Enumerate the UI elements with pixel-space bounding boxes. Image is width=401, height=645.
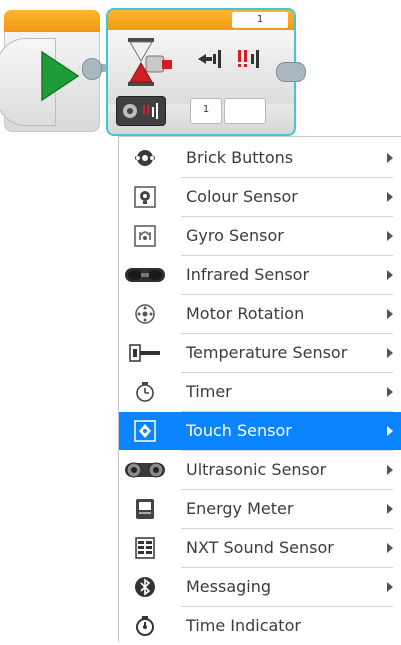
menu-item-label: Time Indicator (186, 616, 301, 635)
menu-item-label: Brick Buttons (186, 148, 294, 167)
menu-item-gyro-sensor[interactable]: Gyro Sensor (119, 217, 401, 255)
mode-selector[interactable] (116, 96, 166, 126)
state-input-icon (198, 50, 221, 68)
sequence-plug[interactable] (82, 58, 102, 80)
submenu-arrow-icon (387, 309, 393, 319)
menu-item-label: Colour Sensor (186, 187, 298, 206)
port-value: 1 (202, 104, 210, 115)
menu-item-label: Ultrasonic Sensor (186, 460, 327, 479)
menu-item-messaging[interactable]: Messaging (119, 568, 401, 606)
ultrasonic-sensor-icon (123, 456, 167, 484)
motor-rotation-icon (123, 300, 167, 328)
wait-block[interactable]: 1 1 (106, 8, 306, 136)
menu-item-label: NXT Sound Sensor (186, 538, 334, 557)
touch-sensor-small-icon (145, 55, 172, 73)
menu-item-label: Touch Sensor (186, 421, 292, 440)
menu-item-infrared-sensor[interactable]: Infrared Sensor (119, 256, 401, 294)
menu-item-time-indicator[interactable]: Time Indicator (119, 607, 401, 645)
time-indicator-icon (123, 612, 167, 640)
timer-icon (123, 378, 167, 406)
temperature-sensor-icon (123, 339, 167, 367)
submenu-arrow-icon (387, 231, 393, 241)
menu-item-label: Infrared Sensor (186, 265, 310, 284)
menu-item-motor-rotation[interactable]: Motor Rotation (119, 295, 401, 333)
menu-item-touch-sensor[interactable]: Touch Sensor (119, 412, 401, 450)
submenu-arrow-icon (387, 582, 393, 592)
submenu-arrow-icon (387, 270, 393, 280)
submenu-arrow-icon (387, 504, 393, 514)
compare-icon (238, 50, 259, 68)
submenu-arrow-icon (387, 153, 393, 163)
menu-item-colour-sensor[interactable]: Colour Sensor (119, 178, 401, 216)
menu-item-label: Messaging (186, 577, 272, 596)
play-icon (41, 50, 80, 102)
menu-item-ultrasonic-sensor[interactable]: Ultrasonic Sensor (119, 451, 401, 489)
menu-item-timer[interactable]: Timer (119, 373, 401, 411)
menu-item-label: Motor Rotation (186, 304, 305, 323)
state-parameter-field[interactable] (224, 98, 266, 124)
start-block-header (4, 10, 100, 32)
menu-item-nxt-sound-sensor[interactable]: NXT Sound Sensor (119, 529, 401, 567)
touch-compare-mode-icon (123, 103, 158, 119)
messaging-icon (123, 573, 167, 601)
menu-item-label: Temperature Sensor (186, 343, 348, 362)
nxt-sound-sensor-icon (123, 534, 167, 562)
brick-buttons-icon (123, 144, 167, 172)
gyro-sensor-icon (123, 222, 167, 250)
submenu-arrow-icon (387, 426, 393, 436)
colour-sensor-icon (123, 183, 167, 211)
submenu-arrow-icon (387, 465, 393, 475)
infrared-sensor-icon (123, 261, 167, 289)
submenu-arrow-icon (387, 348, 393, 358)
menu-item-label: Timer (186, 382, 232, 401)
touch-sensor-icon (123, 417, 167, 445)
output-plug[interactable] (276, 62, 306, 82)
menu-item-brick-buttons[interactable]: Brick Buttons (119, 139, 401, 177)
menu-item-label: Gyro Sensor (186, 226, 284, 245)
menu-item-label: Energy Meter (186, 499, 294, 518)
menu-item-energy-meter[interactable]: Energy Meter (119, 490, 401, 528)
submenu-arrow-icon (387, 543, 393, 553)
port-field[interactable]: 1 (190, 98, 222, 124)
energy-meter-icon (123, 495, 167, 523)
submenu-arrow-icon (387, 387, 393, 397)
submenu-arrow-icon (387, 192, 393, 202)
sensor-dropdown-menu: Brick Buttons Colour Sensor Gyro Sensor (118, 136, 401, 642)
menu-item-temperature-sensor[interactable]: Temperature Sensor (119, 334, 401, 372)
